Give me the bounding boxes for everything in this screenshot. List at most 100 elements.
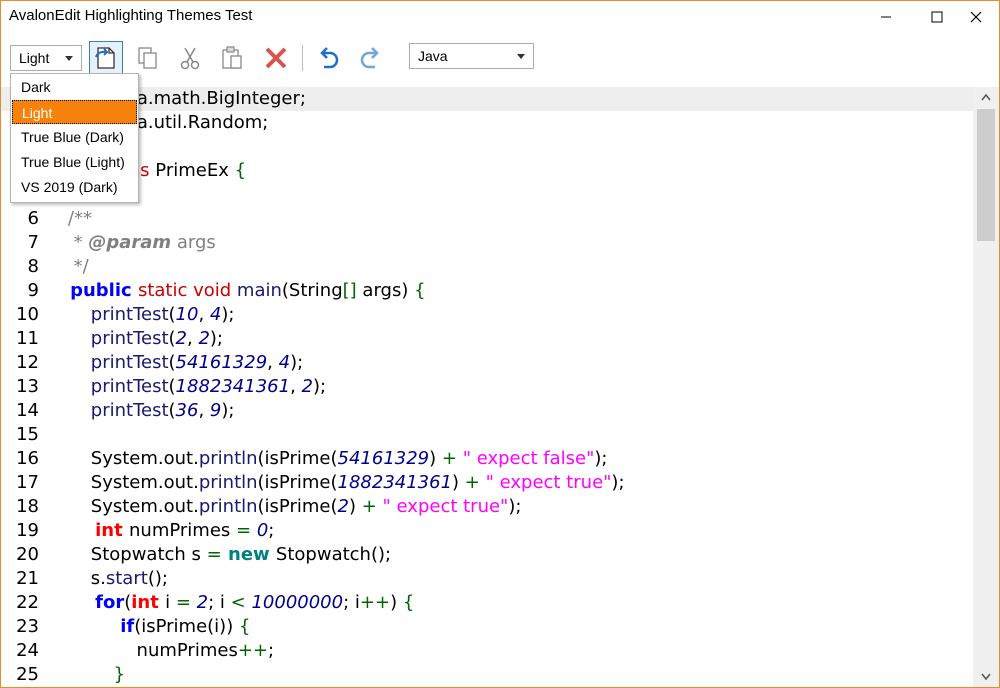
code-token: 0 bbox=[256, 520, 269, 541]
code-token: println bbox=[198, 496, 258, 517]
scroll-down-button[interactable] bbox=[973, 667, 999, 687]
line-number: 13 bbox=[16, 376, 39, 397]
code-line[interactable]: 12 printTest(54161329, 4); bbox=[1, 351, 973, 375]
scrollbar-thumb[interactable] bbox=[977, 109, 995, 241]
code-token: + bbox=[464, 472, 480, 493]
code-token: */ bbox=[45, 256, 89, 277]
code-line[interactable]: 5 bbox=[1, 183, 973, 207]
code-token: 9 bbox=[209, 400, 222, 421]
vertical-scrollbar[interactable] bbox=[973, 87, 999, 687]
code-token: System.out. bbox=[45, 496, 199, 517]
arrow-down-icon bbox=[981, 673, 991, 681]
code-line[interactable]: 8 */ bbox=[1, 255, 973, 279]
code-token: PrimeEx bbox=[155, 160, 235, 181]
code-line[interactable]: 22 for(int i = 2; i < 10000000; i++) { bbox=[1, 591, 973, 615]
code-line[interactable]: 16 System.out.println(isPrime(54161329) … bbox=[1, 447, 973, 471]
code-line[interactable]: 4public class PrimeEx { bbox=[1, 159, 973, 183]
code-text: * @param args bbox=[45, 231, 216, 255]
code-text: numPrimes++; bbox=[45, 639, 275, 663]
code-token: " expect true" bbox=[376, 496, 509, 517]
minimize-icon bbox=[881, 16, 891, 18]
code-line[interactable]: 11 printTest(2, 2); bbox=[1, 327, 973, 351]
code-token: ); bbox=[221, 400, 235, 421]
line-number: 20 bbox=[16, 544, 39, 565]
toolbar-separator bbox=[302, 45, 303, 71]
code-token: 2 bbox=[301, 376, 313, 397]
scroll-up-button[interactable] bbox=[973, 87, 999, 107]
language-select[interactable]: Java bbox=[409, 43, 534, 69]
code-token: 54161329 bbox=[337, 448, 430, 469]
cut-button[interactable] bbox=[173, 41, 207, 75]
code-token: 4 bbox=[209, 304, 222, 325]
code-token: printTest bbox=[45, 376, 169, 397]
code-line[interactable]: 15 bbox=[1, 423, 973, 447]
code-line[interactable]: 20 Stopwatch s = new Stopwatch(); bbox=[1, 543, 973, 567]
theme-option[interactable]: Dark bbox=[12, 75, 137, 99]
toolbar: Light Java bbox=[1, 39, 999, 77]
code-token: " expect false" bbox=[456, 448, 595, 469]
delete-button[interactable] bbox=[259, 41, 293, 75]
code-line[interactable]: 6 /** bbox=[1, 207, 973, 231]
code-token: * bbox=[45, 232, 89, 253]
code-line[interactable]: 17 System.out.println(isPrime(1882341361… bbox=[1, 471, 973, 495]
line-number: 23 bbox=[16, 616, 39, 637]
theme-option[interactable]: True Blue (Dark) bbox=[12, 125, 137, 149]
copy-button[interactable] bbox=[131, 41, 165, 75]
code-token: = bbox=[236, 520, 252, 541]
redo-button[interactable] bbox=[354, 41, 388, 75]
code-token: ( bbox=[168, 376, 176, 397]
code-token: ) bbox=[390, 592, 403, 613]
code-text: /** bbox=[45, 207, 92, 231]
code-line[interactable]: 18 System.out.println(isPrime(2) + " exp… bbox=[1, 495, 973, 519]
code-line[interactable]: 7 * @param args bbox=[1, 231, 973, 255]
line-number: 25 bbox=[16, 664, 39, 685]
title-bar[interactable]: AvalonEdit Highlighting Themes Test bbox=[1, 1, 999, 33]
code-token: args) bbox=[356, 280, 415, 301]
code-token: ++ bbox=[237, 640, 268, 661]
code-token: (isPrime( bbox=[257, 496, 338, 517]
code-token: ); bbox=[611, 472, 625, 493]
code-line[interactable]: 23 if(isPrime(i)) { bbox=[1, 615, 973, 639]
code-token: System.out. bbox=[45, 448, 199, 469]
code-line[interactable]: 24 numPrimes++; bbox=[1, 639, 973, 663]
code-line[interactable]: 1import java.math.BigInteger; bbox=[1, 87, 973, 111]
code-token: Stopwatch s bbox=[45, 544, 207, 565]
code-line[interactable]: 19 int numPrimes = 0; bbox=[1, 519, 973, 543]
code-line[interactable]: 25 } bbox=[1, 663, 973, 687]
code-token: ; bbox=[268, 520, 275, 541]
code-line[interactable]: 10 printTest(10, 4); bbox=[1, 303, 973, 327]
code-line[interactable]: 3 bbox=[1, 135, 973, 159]
cut-icon bbox=[180, 47, 200, 70]
code-editor[interactable]: 1import java.math.BigInteger;2import jav… bbox=[1, 87, 973, 687]
code-line[interactable]: 13 printTest(1882341361, 2); bbox=[1, 375, 973, 399]
code-token: { bbox=[414, 280, 426, 301]
theme-select[interactable]: Light bbox=[10, 45, 82, 71]
code-token: , bbox=[198, 400, 210, 421]
code-text: printTest(2, 2); bbox=[45, 327, 223, 351]
code-token: ) bbox=[452, 472, 465, 493]
code-text: int numPrimes = 0; bbox=[45, 519, 274, 543]
code-token: ); bbox=[594, 448, 608, 469]
theme-option[interactable]: Light bbox=[12, 100, 137, 124]
line-number: 7 bbox=[27, 232, 39, 253]
code-token: ) bbox=[429, 448, 442, 469]
open-file-button[interactable] bbox=[89, 41, 123, 75]
minimize-button[interactable] bbox=[863, 1, 909, 33]
paste-button[interactable] bbox=[215, 41, 249, 75]
line-number: 10 bbox=[16, 304, 39, 325]
code-line[interactable]: 21 s.start(); bbox=[1, 567, 973, 591]
code-token: [] bbox=[342, 280, 357, 301]
theme-option[interactable]: VS 2019 (Dark) bbox=[12, 175, 137, 199]
theme-option[interactable]: True Blue (Light) bbox=[12, 150, 137, 174]
line-number: 22 bbox=[16, 592, 39, 613]
close-button[interactable] bbox=[953, 1, 999, 33]
delete-icon bbox=[265, 47, 287, 69]
chevron-down-icon bbox=[65, 56, 73, 61]
code-text: printTest(1882341361, 2); bbox=[45, 375, 326, 399]
undo-button[interactable] bbox=[311, 41, 345, 75]
line-number: 16 bbox=[16, 448, 39, 469]
code-line[interactable]: 14 printTest(36, 9); bbox=[1, 399, 973, 423]
code-line[interactable]: 2import java.util.Random; bbox=[1, 111, 973, 135]
code-token: 2 bbox=[175, 328, 187, 349]
code-line[interactable]: 9 public static void main(String[] args)… bbox=[1, 279, 973, 303]
